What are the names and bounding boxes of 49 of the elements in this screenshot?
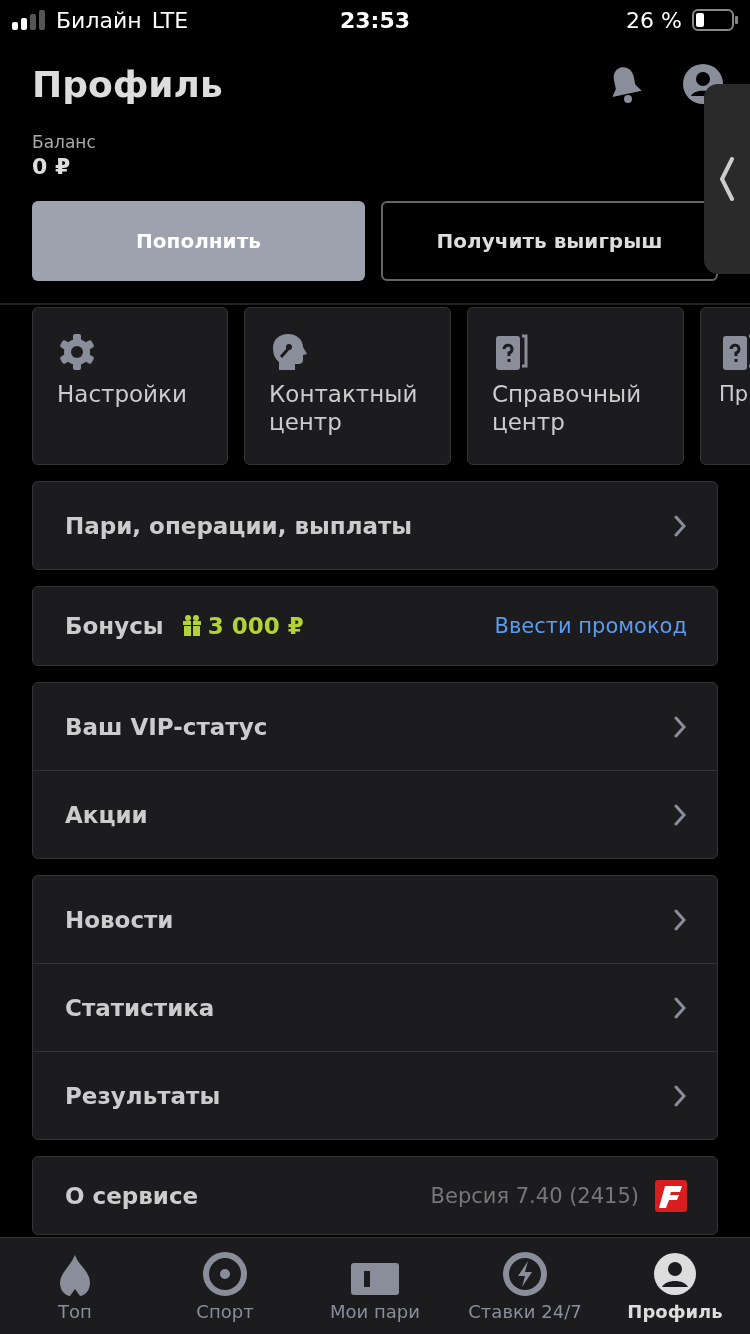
gear-icon [57, 332, 97, 372]
page-title: Профиль [32, 63, 223, 105]
tab-bar-item[interactable]: Спорт [150, 1238, 300, 1334]
tab-bar-item[interactable]: Ставки 24/7 [450, 1238, 600, 1334]
bonus-label[interactable]: Бонусы [65, 613, 164, 639]
balance-amount: 0 ₽ [32, 154, 72, 179]
menu-item[interactable]: О сервисе [65, 1182, 199, 1209]
menu-item[interactable]: Результаты [65, 1082, 221, 1109]
chevron-right-icon [673, 514, 687, 537]
menu-item[interactable]: Пари, операции, выплаты [65, 512, 413, 539]
chevron-right-icon [673, 996, 687, 1019]
tab-bar-item[interactable]: Топ [0, 1238, 150, 1334]
bonus-amount: 3 000 ₽ [207, 613, 304, 639]
shortcut-tile[interactable]: Справочный центр [467, 307, 684, 465]
shortcut-tile[interactable]: Настройки [32, 307, 228, 465]
app-logo-icon [655, 1179, 687, 1212]
battery-icon [692, 9, 738, 31]
menu-item[interactable]: Новости [65, 906, 174, 933]
shortcut-tile[interactable]: Контактный центр [244, 307, 451, 465]
menu-item[interactable]: Ваш VIP-статус [65, 713, 268, 740]
carrier-name: Билайн [56, 7, 142, 33]
balance-label: Баланс [32, 132, 97, 152]
withdraw-button[interactable]: Получить выигрыш [381, 201, 718, 281]
ticket-icon [350, 1261, 400, 1297]
tile-label: Настройки [57, 380, 187, 408]
network-type: LTE [151, 7, 189, 33]
side-menu[interactable] [704, 84, 750, 274]
gift-icon [181, 615, 202, 637]
profile-icon [652, 1251, 698, 1297]
shortcut-tile[interactable]: Пр [700, 307, 750, 465]
signal-icon [12, 10, 46, 30]
tab-bar-item[interactable]: Профиль [600, 1238, 750, 1334]
status-time: 23:53 [340, 7, 410, 33]
tile-label: Пр [719, 381, 749, 408]
promo-code-link[interactable]: Ввести промокод [494, 614, 687, 638]
chevron-right-icon [673, 803, 687, 826]
tile-label: Справочный центр [492, 380, 643, 436]
target-icon [202, 1251, 248, 1297]
chevron-left-icon [719, 157, 735, 201]
battery-percent: 26 % [626, 7, 682, 33]
lightning-icon [502, 1251, 548, 1297]
menu-item[interactable]: Акции [65, 801, 148, 828]
chevron-right-icon [673, 908, 687, 931]
chevron-right-icon [673, 1084, 687, 1107]
tab-bar-item[interactable]: Мои пари [300, 1238, 450, 1334]
chevron-right-icon [673, 715, 687, 738]
menu-item[interactable]: Статистика [65, 994, 215, 1021]
version-text: Версия 7.40 (2415) [430, 1183, 639, 1208]
tile-label: Контактный центр [269, 380, 419, 436]
